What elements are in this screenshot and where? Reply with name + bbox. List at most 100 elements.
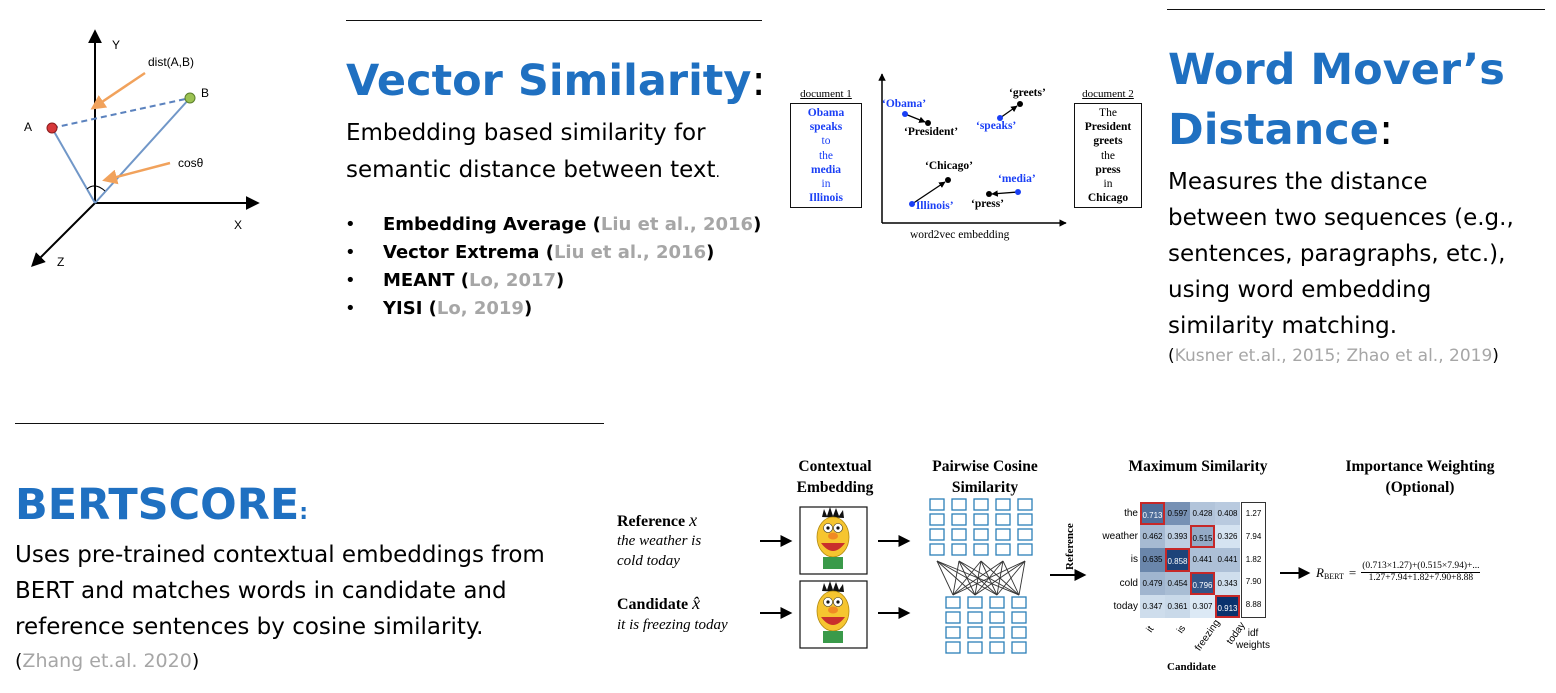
metric-vector-extrema: • Vector Extrema (Liu et al., 2016) — [345, 239, 761, 267]
metric-name: YISI — [383, 298, 423, 319]
matrix-row-labels: the weather is cold today — [1092, 502, 1138, 618]
reference-label: Reference — [617, 513, 686, 530]
wmd-desc-line: similarity matching. — [1168, 313, 1398, 339]
chicago-point — [945, 177, 951, 183]
wmd-desc-line: between two sequences (e.g., — [1168, 205, 1514, 231]
paren-open: ( — [454, 270, 469, 291]
r-subscript: BERT — [1323, 571, 1344, 581]
col-label: freezing — [1193, 617, 1223, 654]
row-label: is — [1130, 554, 1138, 566]
label-greets: ‘greets’ — [1009, 87, 1046, 99]
speaks-greets-arrow — [999, 105, 1018, 119]
media-press-arrow — [991, 190, 1019, 197]
matrix-cell: 0.858 — [1165, 548, 1190, 572]
candidate-token-embeddings — [945, 596, 1027, 654]
row-label: today — [1113, 600, 1138, 612]
paren-close: ) — [706, 242, 715, 263]
press-point — [986, 191, 992, 197]
numerator: (0.713×1.27)+(0.515×7.94)+... — [1361, 561, 1481, 573]
matrix-cell: 0.361 — [1165, 594, 1190, 618]
bertscore-divider — [15, 423, 604, 424]
doc2-word: greets — [1093, 135, 1123, 148]
row-label: cold — [1119, 577, 1138, 589]
reference-text-2: cold today — [617, 553, 680, 569]
wmd-title-line-2: Distance: — [1168, 100, 1505, 160]
idf-value: 8.88 — [1245, 600, 1262, 610]
metric-cite: Lo, 2017 — [468, 270, 557, 291]
pairwise-connections — [936, 560, 1026, 596]
desc-period: . — [715, 165, 720, 181]
bertscore-title: BERTSCORE: — [15, 479, 308, 539]
document-2-box: document 2 The President greets the pres… — [1074, 88, 1142, 209]
bullet-glyph: • — [345, 214, 356, 235]
metric-cite: Liu et al., 2016 — [553, 242, 707, 263]
desc-line-2-text: semantic distance between text — [346, 157, 716, 183]
bertscore-desc-line: reference sentences by cosine similarity… — [15, 614, 484, 640]
label-speaks: ‘speaks’ — [976, 120, 1017, 132]
matrix-cell: 0.635 — [1140, 548, 1165, 572]
matrix-cell: 0.326 — [1215, 525, 1240, 549]
stage-importance-weighting: Importance Weighting (Optional) — [1320, 456, 1520, 498]
denominator: 1.27+7.94+1.82+7.90+8.88 — [1368, 573, 1474, 583]
matrix-cell: 0.462 — [1140, 525, 1165, 549]
paren-open: ( — [422, 298, 437, 319]
desc-line-2: semantic distance between text. — [346, 152, 720, 192]
bullet-glyph: • — [345, 242, 356, 263]
row-label: the — [1124, 508, 1138, 519]
idf-caption-1: idf — [1247, 628, 1259, 639]
matrix-cell: 0.479 — [1140, 571, 1165, 595]
idf-value: 1.27 — [1245, 509, 1262, 518]
paren-open: ( — [1168, 346, 1175, 366]
greets-point — [1017, 101, 1023, 107]
row-label: weather — [1102, 531, 1138, 543]
metric-name: MEANT — [383, 270, 455, 291]
wmd-desc-line: sentences, paragraphs, etc.), — [1168, 241, 1506, 267]
bertscore-title-text: BERTSCORE — [15, 480, 300, 530]
matrix-cell: 0.408 — [1215, 502, 1240, 526]
obama-president-arrow — [904, 113, 926, 123]
doc1-word: the — [818, 149, 834, 162]
metric-cite: Liu et al., 2016 — [600, 214, 754, 235]
point-b — [184, 92, 196, 104]
r-letter: R — [1316, 564, 1324, 580]
wmd-title-line-1: Word Mover’s — [1168, 45, 1505, 95]
bertscore-pipeline-graphics — [760, 498, 1087, 654]
matrix-row-axis-label: Reference — [1064, 523, 1076, 570]
metric-yisi: • YISI (Lo, 2019) — [345, 295, 761, 323]
wmd-title: Word Mover’s Distance: — [1168, 40, 1505, 160]
idf-caption-2: weights — [1236, 640, 1270, 651]
bertscore-desc-line: Uses pre-trained contextual embeddings f… — [15, 542, 545, 568]
paren-close: ) — [523, 298, 533, 319]
metric-embedding-average: • Embedding Average (Liu et al., 2016) — [345, 211, 761, 239]
matrix-cell: 0.441 — [1190, 548, 1215, 572]
matrix-cell: 0.713 — [1140, 502, 1165, 526]
label-media: ‘media’ — [998, 173, 1036, 185]
candidate-text: it is freezing today — [617, 617, 728, 633]
cos-pointer — [102, 161, 171, 185]
wmd-desc-line: using word embedding — [1168, 277, 1432, 303]
matrix-col-axis-label: Candidate — [1167, 661, 1216, 673]
point-a — [46, 122, 58, 134]
reference-text-1: the weather is — [617, 533, 702, 549]
matrix-cell: 0.428 — [1190, 502, 1215, 526]
bullet-glyph: • — [345, 298, 356, 319]
doc1-word: speaks — [809, 121, 843, 134]
x-axis-label: X — [234, 218, 243, 232]
col-label: it — [1144, 624, 1157, 635]
point-a-label: A — [24, 120, 33, 134]
doc1-word: in — [821, 178, 831, 191]
doc1-word: to — [821, 135, 831, 148]
document-1-title: document 1 — [800, 88, 852, 100]
document-1-box: document 1 Obama speaks to the media in … — [790, 88, 862, 209]
metric-name: Vector Extrema — [383, 242, 540, 263]
candidate-heading: Candidate x̂ — [617, 593, 728, 614]
bertscore-citation: (Zhang et.al. 2020) — [15, 650, 199, 672]
bullet-glyph: • — [345, 270, 356, 291]
point-b-label: B — [201, 86, 210, 100]
idf-column: 1.27 7.94 1.82 7.90 8.88 — [1241, 502, 1266, 618]
matrix-cell: 0.597 — [1165, 502, 1190, 526]
dist-label: dist(A,B) — [148, 55, 195, 69]
doc2-word: in — [1103, 178, 1113, 191]
label-press: ‘press’ — [971, 198, 1005, 210]
wmd-description: Measures the distance between two sequen… — [1168, 164, 1514, 344]
